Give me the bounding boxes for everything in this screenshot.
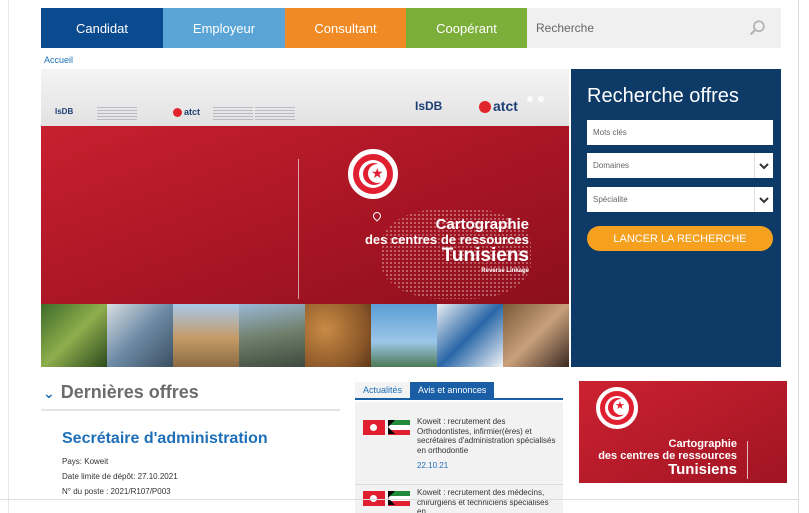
slider-dot[interactable] xyxy=(527,96,533,102)
logo-caption xyxy=(213,107,253,121)
keywords-placeholder: Mots clés xyxy=(593,128,627,137)
tunisia-flag-icon: ★ xyxy=(348,149,398,199)
news-tabs: Actualités Avis et annonces xyxy=(355,382,563,400)
specialty-select-value: Spécialite xyxy=(593,195,628,204)
page: Candidat Employeur Consultant Coopérant … xyxy=(0,0,809,513)
search-icon[interactable] xyxy=(749,19,767,37)
photo-classroom xyxy=(503,304,569,367)
photo-lab xyxy=(107,304,173,367)
slider-dots xyxy=(527,96,544,102)
section-divider xyxy=(41,409,340,411)
atct-logo-small: atct xyxy=(173,107,200,118)
tunisia-flag-icon xyxy=(363,420,385,435)
job-deadline: Date limite de dépôt: 27.10.2021 xyxy=(62,472,178,481)
logo-caption xyxy=(97,107,137,121)
isdb-logo-small: IsDB xyxy=(55,107,74,116)
domains-select[interactable]: Domaines xyxy=(587,153,773,178)
domains-select-value: Domaines xyxy=(593,161,630,170)
banner-vertical-rule xyxy=(298,159,306,299)
ad-title: Cartographie des centres de ressources T… xyxy=(598,438,737,479)
news-item-text[interactable]: Koweit : recrutement des médecins, chiru… xyxy=(417,488,557,513)
photo-sidi-bou-said xyxy=(437,304,503,367)
top-nav: Candidat Employeur Consultant Coopérant xyxy=(41,8,781,48)
latest-offers-heading: ⌄ Dernières offres xyxy=(43,382,199,403)
news-item-date: 22.10.21 xyxy=(417,461,449,470)
ad-rule xyxy=(747,441,748,479)
page-bottom-divider xyxy=(0,499,798,500)
chevron-down-icon[interactable] xyxy=(754,187,773,212)
specialty-select[interactable]: Spécialite xyxy=(587,187,773,212)
nav-tab-cooperant[interactable]: Coopérant xyxy=(406,8,527,48)
chevron-down-icon[interactable] xyxy=(754,153,773,178)
logo-caption xyxy=(255,107,295,121)
cartography-ad-banner[interactable]: ★ Cartographie des centres de ressources… xyxy=(579,381,787,483)
vertical-scrollbar[interactable] xyxy=(798,0,809,513)
keywords-input[interactable]: Mots clés xyxy=(587,120,773,145)
tab-actualites[interactable]: Actualités xyxy=(355,382,411,398)
news-list: Koweit : recrutement des Orthodontistes,… xyxy=(355,402,563,513)
nav-tab-employeur[interactable]: Employeur xyxy=(163,8,285,48)
banner-subtitle: Reverse Linkage xyxy=(481,268,529,275)
offers-search-panel: Recherche offres Mots clés Domaines Spéc… xyxy=(571,69,781,367)
search-box xyxy=(527,8,781,48)
offers-search-title: Recherche offres xyxy=(587,85,739,107)
photo-dates xyxy=(305,304,371,367)
banner-title-line: Cartographie xyxy=(435,216,529,233)
photo-wind-turbines xyxy=(371,304,437,367)
isdb-logo: IsDB xyxy=(415,99,443,113)
nav-tab-candidat[interactable]: Candidat xyxy=(41,8,163,48)
news-item-text[interactable]: Koweit : recrutement des Orthodontistes,… xyxy=(417,417,557,455)
job-post-number: N° du poste : 2021/R107/P003 xyxy=(62,487,171,496)
page-edge xyxy=(8,0,9,513)
banner-title: Cartographie des centres de ressources T… xyxy=(365,217,529,275)
slider-dot[interactable] xyxy=(538,96,544,102)
news-item[interactable]: Koweit : recrutement des médecins, chiru… xyxy=(355,484,563,513)
ad-title-line: Tunisiens xyxy=(668,461,737,479)
photo-highway xyxy=(239,304,305,367)
latest-offers-heading-text: Dernières offres xyxy=(60,382,199,402)
job-title-link[interactable]: Secrétaire d'administration xyxy=(62,430,268,448)
banner-title-line: des centres de ressources xyxy=(364,231,529,247)
atct-logo: atct xyxy=(479,98,518,114)
banner-title-line: Tunisiens xyxy=(441,245,529,267)
banner-photo-strip xyxy=(41,304,569,367)
search-input[interactable] xyxy=(536,21,736,35)
photo-amphitheatre xyxy=(173,304,239,367)
job-country: Pays: Koweit xyxy=(62,457,109,466)
news-flags xyxy=(363,420,410,435)
breadcrumb-home[interactable]: Accueil xyxy=(44,55,73,65)
launch-search-button[interactable]: LANCER LA RECHERCHE xyxy=(587,226,773,251)
ad-title-line: Cartographie xyxy=(668,438,737,450)
tab-avis-annonces[interactable]: Avis et annonces xyxy=(410,382,495,398)
kuwait-flag-icon xyxy=(388,420,410,435)
photo-olives xyxy=(41,304,107,367)
chevron-down-icon: ⌄ xyxy=(43,385,55,401)
nav-tab-consultant[interactable]: Consultant xyxy=(285,8,406,48)
tunisia-flag-icon: ★ xyxy=(596,387,638,429)
hero-banner[interactable]: IsDB atct IsDB atct ★ Cartographie des c… xyxy=(41,69,569,367)
